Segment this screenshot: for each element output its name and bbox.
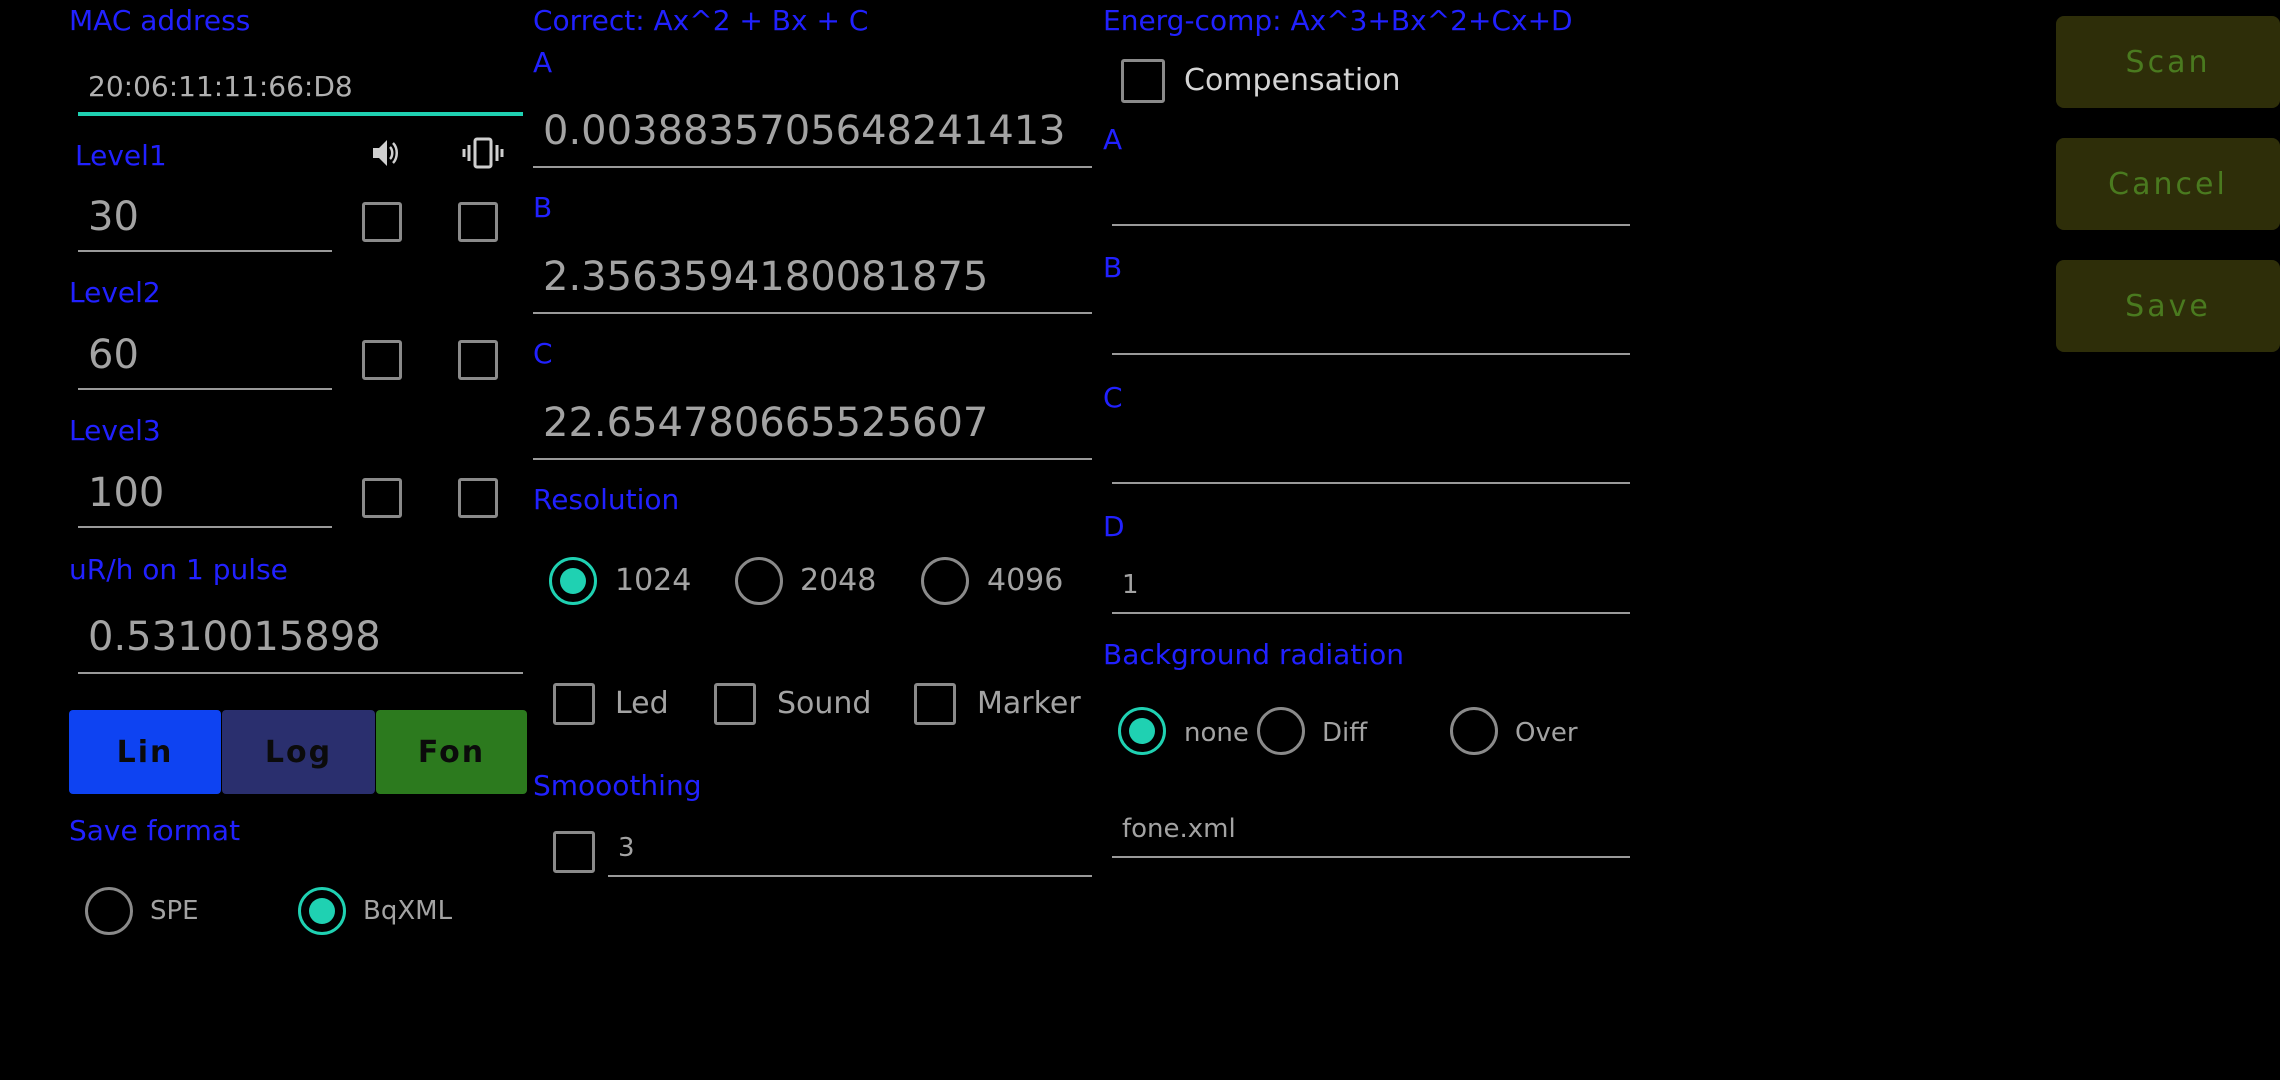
compensation-checkbox[interactable]	[1121, 59, 1165, 103]
level2-input[interactable]: 60	[78, 332, 332, 390]
led-label: Led	[615, 686, 669, 721]
background-diff-radio[interactable]	[1257, 707, 1305, 755]
resolution-4096-label: 4096	[987, 563, 1064, 598]
sound-icon	[370, 136, 400, 174]
led-checkbox[interactable]	[553, 683, 595, 725]
pulse-input[interactable]: 0.5310015898	[78, 614, 523, 674]
save-format-label: Save format	[69, 814, 241, 847]
smoothing-input[interactable]: 3	[608, 833, 1092, 877]
save-format-bqxml-radio[interactable]	[298, 887, 346, 935]
background-none-label: none	[1184, 718, 1249, 748]
mac-address-label: MAC address	[69, 4, 251, 37]
background-none-radio[interactable]	[1118, 707, 1166, 755]
background-over-radio[interactable]	[1450, 707, 1498, 755]
pulse-label: uR/h on 1 pulse	[69, 553, 288, 586]
save-button[interactable]: Save	[2056, 260, 2280, 352]
resolution-label: Resolution	[533, 483, 680, 516]
resolution-1024-radio[interactable]	[549, 557, 597, 605]
energ-comp-title: Energ-comp: Ax^3+Bx^2+Cx+D	[1103, 4, 1573, 37]
level2-label: Level2	[69, 276, 161, 309]
resolution-2048-label: 2048	[800, 563, 877, 598]
background-over-label: Over	[1515, 718, 1578, 748]
correct-a-input[interactable]: 0.003883570564824141З	[533, 108, 1092, 168]
energ-c-input[interactable]	[1112, 428, 1630, 484]
energ-a-input[interactable]	[1112, 170, 1630, 226]
save-format-spe-radio[interactable]	[85, 887, 133, 935]
marker-label: Marker	[977, 686, 1081, 721]
save-format-bqxml-label: BqXML	[363, 896, 453, 926]
resolution-1024-label: 1024	[615, 563, 692, 598]
energ-d-label: D	[1103, 510, 1125, 543]
level2-vibration-checkbox[interactable]	[458, 340, 498, 380]
lin-button[interactable]: Lin	[69, 710, 221, 794]
correct-title: Correct: Ax^2 + Bx + C	[533, 4, 869, 37]
correct-a-label: A	[533, 46, 553, 79]
level3-input[interactable]: 100	[78, 470, 332, 528]
correct-c-input[interactable]: 22.654780665525607	[533, 400, 1092, 460]
save-format-spe-label: SPE	[150, 896, 199, 926]
level1-label: Level1	[75, 139, 167, 172]
level1-sound-checkbox[interactable]	[362, 202, 402, 242]
compensation-label: Compensation	[1184, 63, 1401, 98]
marker-checkbox[interactable]	[914, 683, 956, 725]
log-button[interactable]: Log	[222, 710, 375, 794]
level3-sound-checkbox[interactable]	[362, 478, 402, 518]
smoothing-label: Smooothing	[533, 769, 702, 802]
level2-sound-checkbox[interactable]	[362, 340, 402, 380]
level3-label: Level3	[69, 414, 161, 447]
background-radiation-label: Background radiation	[1103, 638, 1404, 671]
cancel-button[interactable]: Cancel	[2056, 138, 2280, 230]
level3-vibration-checkbox[interactable]	[458, 478, 498, 518]
mac-address-input[interactable]: 20:06:11:11:66:D8	[78, 68, 523, 116]
smoothing-checkbox[interactable]	[553, 831, 595, 873]
correct-b-input[interactable]: 2.3563594180081875	[533, 254, 1092, 314]
resolution-2048-radio[interactable]	[735, 557, 783, 605]
background-diff-label: Diff	[1322, 718, 1368, 748]
correct-b-label: B	[533, 191, 553, 224]
fon-button[interactable]: Fon	[376, 710, 527, 794]
resolution-4096-radio[interactable]	[921, 557, 969, 605]
energ-b-input[interactable]	[1112, 299, 1630, 355]
scan-button[interactable]: Scan	[2056, 16, 2280, 108]
level1-input[interactable]: 30	[78, 194, 332, 252]
energ-d-input[interactable]: 1	[1112, 570, 1630, 614]
energ-b-label: B	[1103, 251, 1123, 284]
vibration-icon	[461, 136, 505, 174]
correct-c-label: C	[533, 337, 553, 370]
energ-a-label: A	[1103, 123, 1123, 156]
level1-vibration-checkbox[interactable]	[458, 202, 498, 242]
background-file-input[interactable]: fone.xml	[1112, 814, 1630, 858]
sound-label: Sound	[777, 686, 872, 721]
sound-checkbox[interactable]	[714, 683, 756, 725]
energ-c-label: C	[1103, 381, 1123, 414]
